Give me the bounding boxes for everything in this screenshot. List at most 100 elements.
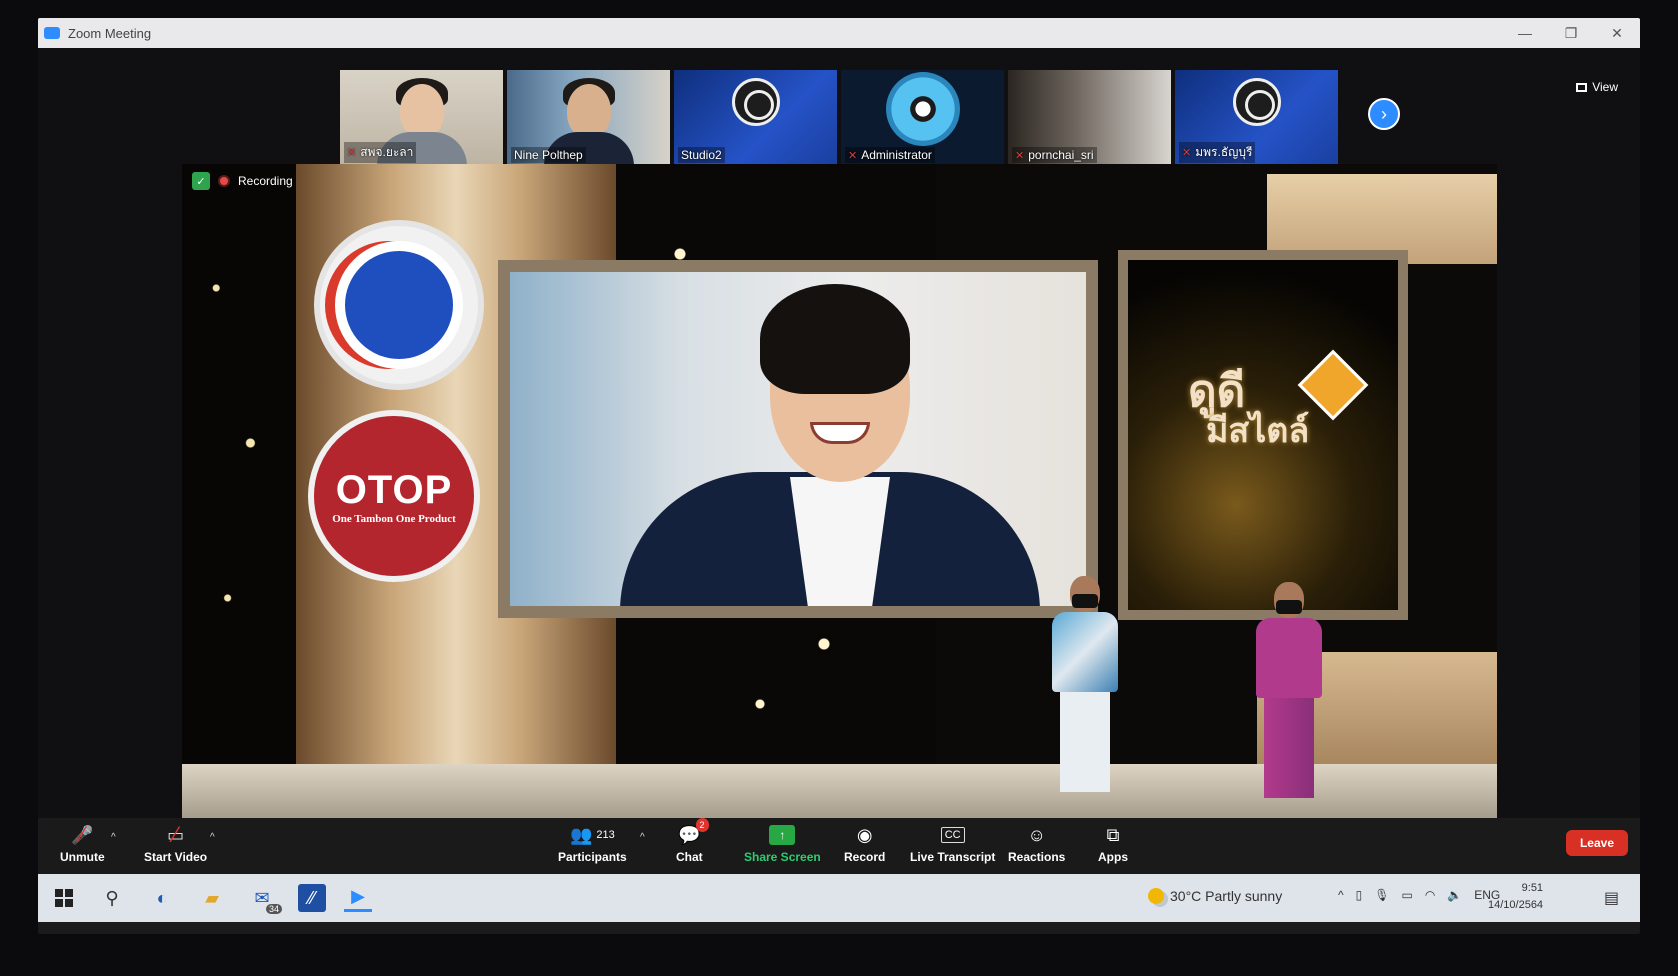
mic-muted-icon: 🎤 ⁄ <box>71 822 94 847</box>
audio-options-caret[interactable]: ^ <box>111 832 116 843</box>
chat-icon: 💬 2 <box>678 818 709 848</box>
participant-tile[interactable]: ✕ สพจ.ยะลา <box>340 70 503 166</box>
recording-indicator[interactable]: ✓ Recording <box>192 172 293 190</box>
apps-label: Apps <box>1098 850 1128 864</box>
start-video-button[interactable]: ▭ ⁄ Start Video <box>144 822 207 864</box>
title-bar: Zoom Meeting — ❐ ✕ <box>38 18 1640 48</box>
system-clock[interactable]: 9:51 14/10/2564 <box>1488 880 1543 914</box>
host-legs <box>1264 698 1314 798</box>
participant-tile[interactable]: ✕ pornchai_sri <box>1008 70 1171 166</box>
apps-button[interactable]: ⧉ Apps <box>1098 822 1128 865</box>
share-screen-icon: ↑ <box>769 822 796 848</box>
participant-name: Administrator <box>861 148 932 162</box>
restore-button[interactable]: ❐ <box>1548 18 1594 48</box>
file-explorer-button[interactable]: ▰ <box>198 884 226 912</box>
participants-options-caret[interactable]: ^ <box>640 832 645 843</box>
participants-count: 213 <box>596 829 615 841</box>
pinned-app-icon: ⁄⁄ <box>308 887 315 908</box>
show-logo: ดูดี มีสไตล์ <box>1188 370 1309 449</box>
show-logo-backdrop: ดูดี มีสไตล์ <box>1128 260 1398 610</box>
host-body <box>1256 618 1322 698</box>
gallery-next-button[interactable]: › <box>1368 98 1400 130</box>
window-title: Zoom Meeting <box>68 25 152 41</box>
clock-date: 14/10/2564 <box>1488 899 1544 911</box>
recording-label: Recording <box>238 174 293 188</box>
leave-button[interactable]: Leave <box>1565 830 1628 856</box>
chat-label: Chat <box>676 850 703 864</box>
obs-logo-icon <box>731 78 780 126</box>
participant-name: Nine Polthep <box>514 148 583 162</box>
participant-tile[interactable]: Nine Polthep <box>507 70 670 166</box>
participant-face <box>566 84 611 138</box>
participant-tile[interactable]: Studio2 <box>674 70 837 166</box>
windows-logo-icon <box>55 889 73 907</box>
closed-caption-icon: CC <box>940 822 965 848</box>
unmute-label: Unmute <box>60 850 105 864</box>
minimize-button[interactable]: — <box>1502 18 1548 48</box>
meeting-area: ✕ สพจ.ยะลา Nine Polthep Studio2 ✕ Administ… <box>38 48 1640 848</box>
recording-dot-icon <box>218 175 230 187</box>
view-grid-icon <box>1576 82 1588 92</box>
edge-button[interactable]: ◐ <box>148 884 176 912</box>
start-button[interactable] <box>50 884 78 912</box>
otop-logo: OTOP One Tambon One Product <box>308 410 480 582</box>
participants-button[interactable]: 👥 213 Participants <box>558 822 627 865</box>
weather-widget[interactable]: 30°C Partly sunny <box>1148 888 1282 904</box>
notification-center-icon[interactable]: ▤ <box>1604 888 1619 908</box>
close-button[interactable]: ✕ <box>1594 18 1640 48</box>
partly-sunny-icon <box>1148 888 1164 904</box>
chat-button[interactable]: 💬 2 Chat <box>676 818 709 864</box>
participant-name: มพร.ธัญบุรี <box>1195 145 1253 159</box>
reactions-label: Reactions <box>1008 850 1066 864</box>
show-logo-frame: ดูดี มีสไตล์ <box>1118 250 1408 620</box>
video-off-icon: ▭ ⁄ <box>167 822 185 847</box>
obs-logo-icon <box>1232 78 1281 126</box>
search-icon: ⚲ <box>105 887 119 908</box>
show-hidden-icons-chevron-icon[interactable]: ^ <box>1338 888 1344 902</box>
mic-muted-icon: ✕ <box>1015 149 1025 162</box>
organization-seal-logo <box>314 220 484 390</box>
reactions-button[interactable]: ☺ Reactions <box>1008 822 1066 865</box>
microphone-icon[interactable]: 🎙 <box>1374 888 1389 902</box>
gallery-strip: ✕ สพจ.ยะลา Nine Polthep Studio2 ✕ Administ… <box>340 70 1338 166</box>
otop-logo-text: OTOP <box>335 467 453 512</box>
mail-button[interactable]: ✉ 34 <box>248 884 282 914</box>
system-tray: ^ ▯ 🎙 ▭ ◠ 🔈 ENG <box>1338 888 1500 902</box>
participant-name-label: ✕ มพร.ธัญบุรี <box>1179 142 1256 163</box>
mic-muted-icon: ✕ <box>1182 147 1192 159</box>
remote-guest-video <box>510 272 1086 606</box>
participant-name-label: Nine Polthep <box>511 147 586 163</box>
participant-name-label: Studio2 <box>678 147 725 163</box>
participant-name-label: ✕ สพจ.ยะลา <box>344 142 417 163</box>
battery-icon[interactable]: ▭ <box>1401 888 1412 902</box>
pinned-app-button[interactable]: ⁄⁄ <box>298 884 326 912</box>
live-transcript-label: Live Transcript <box>910 850 996 864</box>
host-mask <box>1276 600 1302 614</box>
view-button[interactable]: View <box>1576 80 1618 94</box>
search-button[interactable]: ⚲ <box>98 884 126 912</box>
speaker-volume-icon[interactable]: 🔈 <box>1447 888 1462 902</box>
tablet-icon[interactable]: ▯ <box>1356 888 1363 902</box>
record-icon: ◉ <box>856 824 873 845</box>
host-mask <box>1072 594 1098 608</box>
participant-tile[interactable]: ✕ มพร.ธัญบุรี <box>1175 70 1338 166</box>
record-button[interactable]: ◉ Record <box>844 822 885 865</box>
zoom-taskbar-button[interactable]: ▶ <box>344 884 372 912</box>
windows-taskbar: ⚲ ◐ ▰ ✉ 34 ⁄⁄ ▶ 30°C Partly sunny ^ ▯ 🎙 ▭… <box>38 874 1640 922</box>
folder-icon: ▰ <box>205 887 219 908</box>
participant-name: pornchai_sri <box>1028 148 1094 162</box>
participants-label: Participants <box>558 850 627 864</box>
video-options-caret[interactable]: ^ <box>210 832 215 843</box>
share-screen-button[interactable]: ↑ Share Screen <box>744 822 821 864</box>
encryption-shield-icon: ✓ <box>192 172 210 190</box>
participant-name-label: ✕ Administrator <box>845 147 935 163</box>
unmute-button[interactable]: 🎤 ⁄ Unmute <box>60 822 105 864</box>
chat-unread-badge: 2 <box>695 818 709 832</box>
live-transcript-button[interactable]: CC Live Transcript <box>910 822 995 864</box>
reactions-smiley-icon: ☺ <box>1027 824 1046 845</box>
participant-tile[interactable]: ✕ Administrator <box>841 70 1004 166</box>
wifi-icon[interactable]: ◠ <box>1425 888 1435 902</box>
weather-text: 30°C Partly sunny <box>1170 888 1283 904</box>
meeting-toolbar: 🎤 ⁄ Unmute ^ ▭ ⁄ Start Video ^ 👥 213 Partic… <box>38 818 1640 872</box>
participants-icon: 👥 213 <box>569 824 615 845</box>
